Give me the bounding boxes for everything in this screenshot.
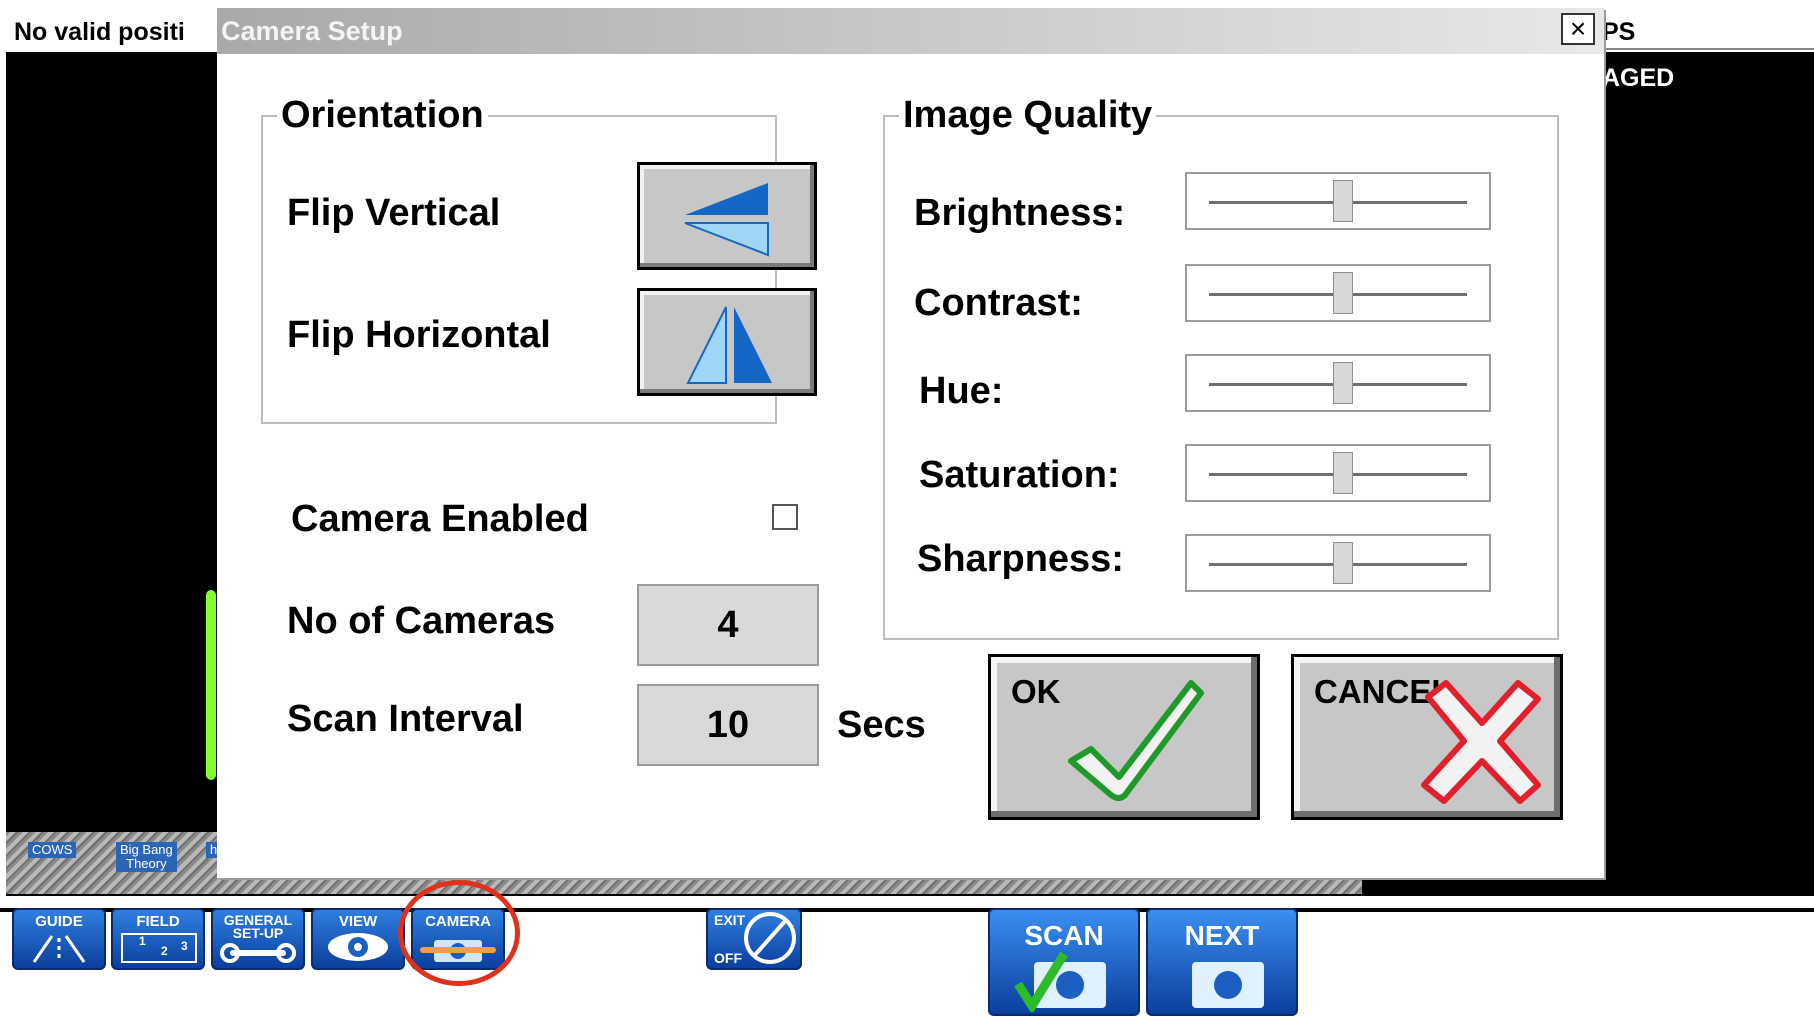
- flip-vertical-button[interactable]: [637, 162, 817, 270]
- camera-enabled-label: Camera Enabled: [291, 498, 589, 540]
- sharpness-label: Sharpness:: [917, 538, 1124, 580]
- map-label[interactable]: COWS: [28, 842, 77, 858]
- slider-thumb[interactable]: [1333, 180, 1354, 222]
- no-of-cameras-field[interactable]: 4: [637, 584, 819, 666]
- brightness-slider[interactable]: [1185, 172, 1491, 230]
- flip-horizontal-button[interactable]: [637, 288, 817, 396]
- guide-button-label: GUIDE: [35, 913, 83, 930]
- contrast-slider[interactable]: [1185, 264, 1491, 322]
- map-label[interactable]: Big Bang Theory: [116, 842, 177, 872]
- eye-icon: [328, 933, 388, 961]
- next-button[interactable]: NEXT: [1146, 908, 1298, 1016]
- scan-interval-label: Scan Interval: [287, 698, 524, 740]
- guide-lines-icon: [32, 935, 86, 963]
- exit-button[interactable]: EXIT OFF: [706, 908, 802, 970]
- next-button-label: NEXT: [1184, 920, 1260, 951]
- exit-off-label: OFF: [714, 950, 742, 966]
- general-setup-button[interactable]: GENERAL SET-UP: [211, 908, 305, 970]
- dialog-title: Camera Setup: [221, 16, 403, 46]
- flip-vertical-label: Flip Vertical: [287, 192, 501, 234]
- camera-setup-dialog: Camera Setup × Orientation Flip Vertical…: [217, 8, 1604, 878]
- dialog-titlebar[interactable]: [217, 8, 1604, 54]
- guidance-line: [206, 590, 216, 780]
- saturation-slider[interactable]: [1185, 444, 1491, 502]
- ok-button-label: OK: [1011, 673, 1061, 710]
- close-icon: ×: [1569, 13, 1587, 44]
- scan-button-label: SCAN: [1024, 920, 1104, 951]
- slider-thumb[interactable]: [1333, 362, 1354, 404]
- gps-status-text: PS: [1602, 18, 1636, 46]
- scan-interval-field[interactable]: 10: [637, 684, 819, 766]
- field-digit: 1: [139, 934, 146, 948]
- view-button-label: VIEW: [338, 913, 378, 930]
- flip-vertical-icon: [684, 183, 769, 257]
- position-status-text: No valid positi: [14, 18, 185, 46]
- engaged-status-text: AGED: [1602, 64, 1675, 92]
- guide-button[interactable]: GUIDE: [12, 908, 106, 970]
- field-grid-icon: 1 2 3: [121, 933, 197, 963]
- flip-horizontal-icon: [686, 306, 772, 384]
- hue-slider[interactable]: [1185, 354, 1491, 412]
- camera-check-icon: [1014, 952, 1106, 1012]
- camera-icon: [1192, 962, 1264, 1008]
- field-digit: 3: [181, 939, 188, 953]
- x-cross-icon: [1421, 680, 1541, 804]
- scan-button[interactable]: SCAN: [988, 908, 1140, 1016]
- brightness-label: Brightness:: [914, 192, 1126, 234]
- camera-enabled-checkbox[interactable]: [772, 504, 798, 530]
- field-button[interactable]: FIELD 1 2 3: [111, 908, 205, 970]
- flip-horizontal-label: Flip Horizontal: [287, 314, 551, 356]
- close-button[interactable]: ×: [1561, 13, 1595, 45]
- field-button-label: FIELD: [136, 913, 180, 930]
- power-off-icon: [744, 912, 796, 964]
- sharpness-slider[interactable]: [1185, 534, 1491, 592]
- general-setup-label: GENERAL SET-UP: [223, 912, 293, 941]
- ok-button[interactable]: OK: [988, 654, 1260, 820]
- scan-interval-unit: Secs: [837, 704, 926, 746]
- view-button[interactable]: VIEW: [311, 908, 405, 970]
- field-digit: 2: [161, 944, 168, 958]
- no-of-cameras-label: No of Cameras: [287, 600, 556, 642]
- hue-label: Hue:: [919, 370, 1004, 412]
- orientation-legend: Orientation: [281, 94, 484, 136]
- cancel-button[interactable]: CANCEL: [1291, 654, 1563, 820]
- highlight-circle: [398, 880, 520, 986]
- checkmark-icon: [1068, 680, 1204, 801]
- top-divider: [1600, 48, 1814, 50]
- slider-thumb[interactable]: [1333, 452, 1354, 494]
- slider-thumb[interactable]: [1333, 542, 1354, 584]
- wrench-icon: [220, 943, 296, 963]
- saturation-label: Saturation:: [919, 454, 1120, 496]
- slider-thumb[interactable]: [1333, 272, 1354, 314]
- contrast-label: Contrast:: [914, 282, 1083, 324]
- image-quality-legend: Image Quality: [903, 94, 1153, 136]
